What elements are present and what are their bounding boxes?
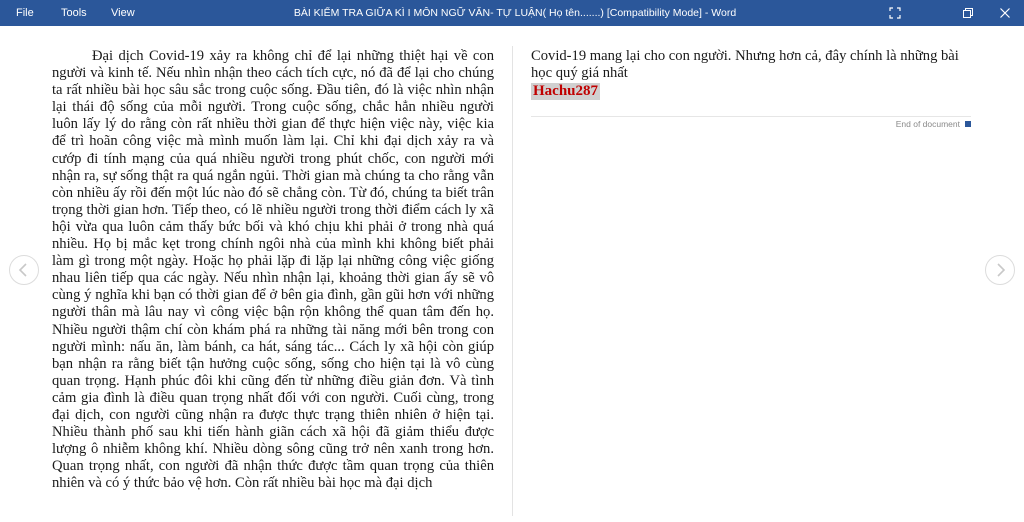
focus-mode-icon[interactable] [887,5,903,21]
restore-window-icon[interactable] [960,5,976,21]
page-right-column: Covid-19 mang lại cho con người. Nhưng h… [531,48,971,101]
author-signature: Hachu287 [531,83,601,101]
menu-tools[interactable]: Tools [61,0,87,26]
end-of-document-marker [965,121,971,127]
reading-view: Đại dịch Covid-19 xảy ra không chỉ để lạ… [0,26,1024,522]
end-of-document-label: End of document [895,119,960,129]
page-left-column: Đại dịch Covid-19 xảy ra không chỉ để lạ… [52,48,494,492]
title-bar: File Tools View BÀI KIỂM TRA GIỮA KÌ I M… [0,0,1024,26]
close-icon[interactable] [997,5,1013,21]
column-divider [512,46,513,516]
end-rule [531,116,971,117]
chevron-left-icon[interactable] [9,255,39,285]
window-title: BÀI KIỂM TRA GIỮA KÌ I MÔN NGỮ VĂN- TỰ L… [293,7,737,19]
right-column-text: Covid-19 mang lại cho con người. Nhưng h… [531,48,959,82]
menu-view[interactable]: View [111,0,135,26]
menu-file[interactable]: File [16,0,34,26]
chevron-right-icon[interactable] [985,255,1015,285]
